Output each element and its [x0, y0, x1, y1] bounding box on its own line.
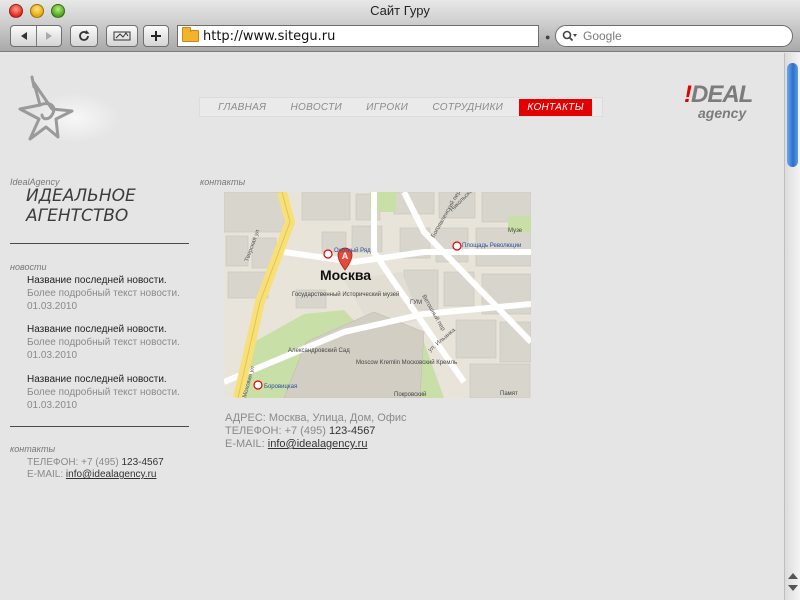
map-label-muzei: Музе: [508, 228, 523, 234]
email-line: E-MAIL: info@idealagency.ru: [225, 438, 407, 451]
close-window-button[interactable]: [9, 4, 23, 18]
news-date: 01.03.2010: [27, 400, 78, 411]
email-label: E-MAIL:: [225, 438, 265, 450]
window-titlebar: Сайт Гуру: [0, 0, 800, 22]
scrollbar-thumb[interactable]: [787, 63, 798, 167]
brand-word-text: DEAL: [691, 81, 753, 108]
phone-line: ТЕЛЕФОН: +7 (495) 123-4567: [225, 425, 407, 438]
sidebar-title-line2: АГЕНТСТВО: [26, 206, 129, 226]
forward-arrow-icon: [46, 32, 52, 40]
search-field[interactable]: Google: [555, 25, 793, 47]
sidebar-phone: ТЕЛЕФОН: +7 (495) 123-4567: [27, 457, 164, 469]
snapback-button[interactable]: [106, 25, 138, 47]
phone-number: 123-4567: [328, 425, 376, 437]
map-label-revolution: Площадь Революции: [462, 243, 521, 249]
browser-toolbar: http://www.sitegu.ru ● Google: [0, 22, 800, 52]
dropdown-dot-icon: ●: [545, 32, 551, 42]
brand-mark: !: [684, 81, 692, 108]
map-label-gum: ГУМ: [410, 300, 422, 306]
menu-item-players[interactable]: ИГРОКИ: [358, 99, 416, 116]
sidebar-email-label: E-MAIL:: [27, 469, 64, 480]
contacts-section-label: контакты: [10, 444, 56, 454]
address-line: АДРЕС: Москва, Улица, Дом, Офис: [225, 412, 407, 424]
news-text: Более подробный текст новости.: [27, 387, 180, 398]
minimize-window-button[interactable]: [30, 4, 44, 18]
main-menu: ГЛАВНАЯ НОВОСТИ ИГРОКИ СОТРУДНИКИ КОНТАК…: [199, 97, 603, 117]
news-section-label: новости: [10, 262, 47, 272]
scroll-down-icon[interactable]: [788, 585, 798, 591]
menu-item-staff[interactable]: СОТРУДНИКИ: [424, 99, 511, 116]
back-arrow-icon: [20, 32, 27, 40]
map-label-okhotny: Охотный Ряд: [334, 247, 371, 254]
window-title: Сайт Гуру: [370, 3, 430, 18]
address-bar[interactable]: http://www.sitegu.ru: [177, 25, 539, 47]
news-text: Более подробный текст новости.: [27, 337, 180, 348]
sidebar-title: ИДЕАЛЬНОЕ АГЕНТСТВО: [26, 186, 196, 226]
contacts-section-tag: контакты: [200, 177, 246, 187]
back-button[interactable]: [11, 26, 36, 46]
location-map[interactable]: A Москва Охотный Ряд Площадь Революции Б…: [224, 192, 531, 398]
menu-item-contacts[interactable]: КОНТАКТЫ: [519, 98, 592, 116]
plus-icon: [151, 31, 161, 41]
map-label-pokrovsky: Покровский: [394, 391, 426, 398]
map-label-alexander: Александровский Сад: [288, 347, 350, 354]
map-label-kremlin: Moscow Kremlin Московский Кремль: [356, 359, 457, 366]
menu-item-home[interactable]: ГЛАВНАЯ: [210, 99, 274, 116]
news-item[interactable]: Название последней новости. Более подроб…: [27, 274, 192, 313]
map-label-museum: Государственный Исторический музей: [292, 291, 399, 298]
map-label-borovitskaya: Боровицкая: [264, 384, 297, 390]
reload-button[interactable]: [70, 25, 98, 47]
ideal-agency-logo[interactable]: !DEAL agency: [678, 81, 770, 127]
sidebar-title-line1: ИДЕАЛЬНОЕ: [26, 186, 136, 206]
sidebar-phone-number: 123-4567: [121, 457, 164, 468]
brand-sub: agency: [698, 105, 747, 121]
sidebar-email-link[interactable]: info@idealagency.ru: [66, 469, 157, 480]
map-city-label: Москва: [320, 267, 371, 283]
phone-label: ТЕЛЕФОН: +7 (495): [225, 425, 326, 437]
vertical-scrollbar[interactable]: [784, 53, 800, 600]
contact-details: АДРЕС: Москва, Улица, Дом, Офис ТЕЛЕФОН:…: [225, 412, 407, 451]
news-date: 01.03.2010: [27, 350, 78, 361]
news-item[interactable]: Название последней новости. Более подроб…: [27, 323, 192, 362]
sidebar-divider: [10, 243, 189, 244]
add-bookmark-button[interactable]: [143, 25, 169, 47]
sidebar-email: E-MAIL: info@idealagency.ru: [27, 469, 156, 481]
search-placeholder: Google: [583, 29, 622, 43]
news-text: Более подробный текст новости.: [27, 288, 180, 299]
history-nav: [10, 25, 62, 47]
map-label-pamyat: Памят: [500, 391, 518, 397]
search-icon: [562, 30, 577, 42]
forward-button[interactable]: [36, 26, 61, 46]
news-headline[interactable]: Название последней новости.: [27, 274, 192, 287]
sidebar-phone-label: ТЕЛЕФОН: +7 (495): [27, 457, 119, 468]
menu-item-news[interactable]: НОВОСТИ: [283, 99, 350, 116]
zoom-window-button[interactable]: [51, 4, 65, 18]
sidebar-divider: [10, 426, 189, 427]
email-link[interactable]: info@idealagency.ru: [268, 438, 368, 450]
news-headline[interactable]: Название последней новости.: [27, 373, 192, 386]
snapback-icon: [113, 31, 131, 41]
scroll-up-icon[interactable]: [788, 573, 798, 579]
folder-icon: [182, 27, 199, 42]
star-logo-icon[interactable]: [12, 75, 92, 145]
reload-icon: [79, 30, 90, 41]
news-date: 01.03.2010: [27, 301, 78, 312]
news-headline[interactable]: Название последней новости.: [27, 323, 192, 336]
address-url: http://www.sitegu.ru: [203, 28, 336, 44]
news-item[interactable]: Название последней новости. Более подроб…: [27, 373, 192, 412]
page-viewport: ГЛАВНАЯ НОВОСТИ ИГРОКИ СОТРУДНИКИ КОНТАК…: [0, 53, 784, 600]
